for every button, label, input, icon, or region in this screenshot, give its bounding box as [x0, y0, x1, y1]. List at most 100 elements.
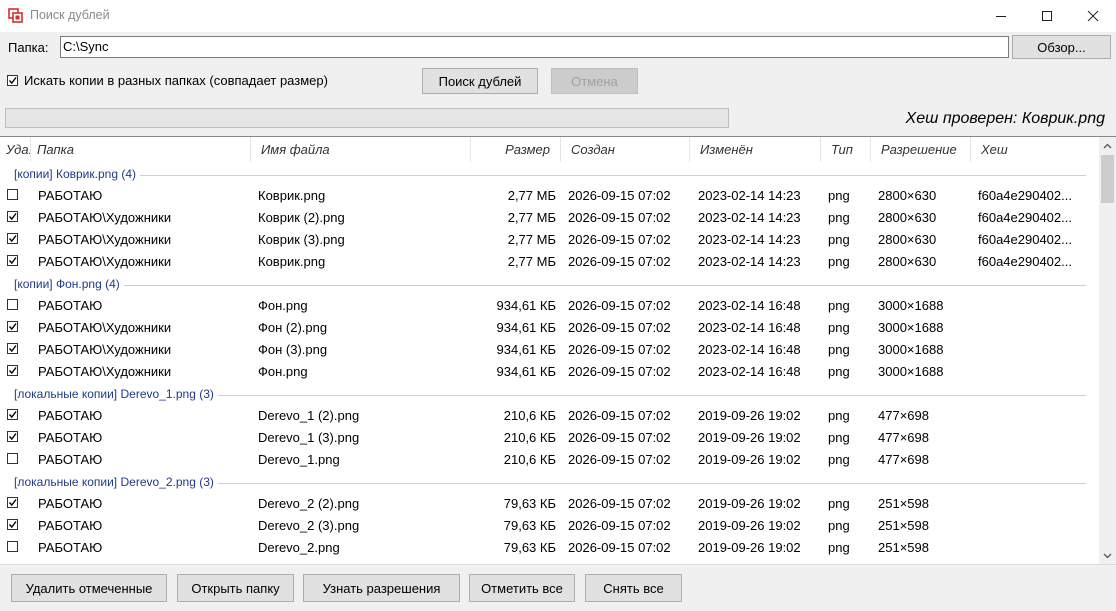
- delete-checkbox[interactable]: [7, 343, 18, 354]
- table-row[interactable]: РАБОТАЮ\Художники Фон.png 934,61 КБ 2026-09…: [0, 360, 1096, 382]
- delete-checkbox[interactable]: [7, 431, 18, 442]
- column-header-created[interactable]: Создан: [561, 137, 690, 162]
- checkmark-icon: [8, 499, 17, 507]
- cell-folder: РАБОТАЮ: [38, 188, 103, 203]
- cell-modified: 2023-02-14 16:48: [698, 320, 801, 335]
- column-header-delete[interactable]: Уда...: [0, 137, 31, 162]
- column-header-modified[interactable]: Изменён: [690, 137, 821, 162]
- cell-modified: 2019-09-26 19:02: [698, 430, 801, 445]
- cell-folder: РАБОТАЮ\Художники: [38, 210, 172, 225]
- chevron-down-icon: [1103, 553, 1112, 558]
- delete-checkbox[interactable]: [7, 409, 18, 420]
- duplicates-list[interactable]: Уда... Папка Имя файла Размер Создан Изм…: [0, 136, 1116, 565]
- chevron-up-icon: [1103, 143, 1112, 148]
- cell-modified: 2023-02-14 14:23: [698, 232, 801, 247]
- cell-created: 2026-09-15 07:02: [568, 254, 671, 269]
- cell-created: 2026-09-15 07:02: [568, 320, 671, 335]
- maximize-button[interactable]: [1024, 0, 1070, 32]
- group-divider: [218, 395, 1086, 396]
- table-row[interactable]: РАБОТАЮ Коврик.png 2,77 МБ 2026-09-15 07:02…: [0, 184, 1096, 206]
- cell-filename: Derevo_2 (2).png: [258, 496, 360, 511]
- cell-created: 2026-09-15 07:02: [568, 518, 671, 533]
- cross-folder-checkbox[interactable]: [7, 75, 18, 86]
- cell-size: 210,6 КБ: [503, 452, 556, 467]
- cell-type: png: [828, 320, 850, 335]
- checkmark-icon: [8, 257, 17, 265]
- cell-filename: Коврик.png: [258, 188, 326, 203]
- column-header-type[interactable]: Тип: [821, 137, 871, 162]
- cell-type: png: [828, 496, 850, 511]
- table-row[interactable]: РАБОТАЮ Derevo_1 (2).png 210,6 КБ 2026-09-1…: [0, 404, 1096, 426]
- table-row[interactable]: РАБОТАЮ Derevo_2 (2).png 79,63 КБ 2026-09-1…: [0, 492, 1096, 514]
- cell-filename: Derevo_1 (3).png: [258, 430, 360, 445]
- table-row[interactable]: РАБОТАЮ\Художники Фон (2).png 934,61 КБ 202…: [0, 316, 1096, 338]
- column-header-resolution[interactable]: Разрешение: [871, 137, 971, 162]
- delete-checkbox[interactable]: [7, 497, 18, 508]
- cell-hash: f60a4e290402...: [978, 188, 1072, 203]
- delete-checkbox[interactable]: [7, 365, 18, 376]
- cell-modified: 2019-09-26 19:02: [698, 408, 801, 423]
- table-row[interactable]: РАБОТАЮ Derevo_1.png 210,6 КБ 2026-09-15 07…: [0, 448, 1096, 470]
- group-header: [локальные копии] Derevo_1.png (3): [0, 382, 1096, 404]
- cancel-button[interactable]: Отмена: [551, 68, 638, 94]
- table-row[interactable]: РАБОТАЮ\Художники Коврик.png 2,77 МБ 2026-0…: [0, 250, 1096, 272]
- close-icon: [1087, 10, 1099, 22]
- column-header-folder[interactable]: Папка: [31, 137, 251, 162]
- folder-path-input[interactable]: C:\Sync: [60, 36, 1009, 58]
- table-row[interactable]: РАБОТАЮ Derevo_2 (3).png 79,63 КБ 2026-09-1…: [0, 514, 1096, 536]
- cell-resolution: 3000×1688: [878, 342, 944, 357]
- group-header: [копии] Фон.png (4): [0, 272, 1096, 294]
- delete-checkbox[interactable]: [7, 211, 18, 222]
- table-row[interactable]: РАБОТАЮ\Художники Коврик (2).png 2,77 МБ 20…: [0, 206, 1096, 228]
- delete-checkbox[interactable]: [7, 233, 18, 244]
- table-row[interactable]: РАБОТАЮ\Художники Коврик (3).png 2,77 МБ 20…: [0, 228, 1096, 250]
- scroll-up-button[interactable]: [1099, 137, 1116, 154]
- minimize-button[interactable]: [978, 0, 1024, 32]
- cell-created: 2026-09-15 07:02: [568, 298, 671, 313]
- minimize-icon: [996, 16, 1006, 17]
- cell-type: png: [828, 518, 850, 533]
- group-label: [локальные копии] Derevo_1.png (3): [14, 387, 214, 401]
- cell-filename: Derevo_2.png: [258, 540, 340, 555]
- title-bar: Поиск дублей: [0, 0, 1116, 32]
- uncheck-all-button[interactable]: Снять все: [585, 574, 682, 602]
- cell-filename: Фон.png: [258, 364, 308, 379]
- open-folder-button[interactable]: Открыть папку: [177, 574, 294, 602]
- cell-size: 934,61 КБ: [496, 320, 556, 335]
- table-row[interactable]: РАБОТАЮ Фон.png 934,61 КБ 2026-09-15 07:02 2…: [0, 294, 1096, 316]
- vertical-scrollbar[interactable]: [1099, 137, 1116, 564]
- column-header-filename[interactable]: Имя файла: [251, 137, 471, 162]
- browse-button[interactable]: Обзор...: [1012, 35, 1111, 59]
- cell-filename: Derevo_1 (2).png: [258, 408, 360, 423]
- table-row[interactable]: РАБОТАЮ\Художники Фон (3).png 934,61 КБ 202…: [0, 338, 1096, 360]
- group-label: [копии] Коврик.png (4): [14, 167, 136, 181]
- scroll-thumb[interactable]: [1101, 155, 1114, 203]
- get-resolutions-button[interactable]: Узнать разрешения: [303, 574, 460, 602]
- table-row[interactable]: РАБОТАЮ Derevo_2.png 79,63 КБ 2026-09-15 07…: [0, 536, 1096, 558]
- column-header-size[interactable]: Размер: [471, 137, 561, 162]
- delete-checkbox[interactable]: [7, 541, 18, 552]
- table-row[interactable]: РАБОТАЮ Derevo_1 (3).png 210,6 КБ 2026-09-1…: [0, 426, 1096, 448]
- delete-checkbox[interactable]: [7, 189, 18, 200]
- cell-filename: Derevo_1.png: [258, 452, 340, 467]
- cell-type: png: [828, 232, 850, 247]
- delete-checkbox[interactable]: [7, 299, 18, 310]
- delete-marked-button[interactable]: Удалить отмеченные: [11, 574, 167, 602]
- column-header-hash[interactable]: Хеш: [971, 137, 1096, 162]
- group-header: [копии] Коврик.png (4): [0, 162, 1096, 184]
- cell-resolution: 477×698: [878, 408, 929, 423]
- delete-checkbox[interactable]: [7, 321, 18, 332]
- check-all-button[interactable]: Отметить все: [469, 574, 575, 602]
- cell-created: 2026-09-15 07:02: [568, 430, 671, 445]
- cell-modified: 2023-02-14 16:48: [698, 342, 801, 357]
- delete-checkbox[interactable]: [7, 255, 18, 266]
- window-title: Поиск дублей: [30, 8, 110, 22]
- delete-checkbox[interactable]: [7, 519, 18, 530]
- cell-folder: РАБОТАЮ: [38, 496, 103, 511]
- delete-checkbox[interactable]: [7, 453, 18, 464]
- cell-filename: Фон.png: [258, 298, 308, 313]
- close-button[interactable]: [1070, 0, 1116, 32]
- cell-type: png: [828, 540, 850, 555]
- scroll-down-button[interactable]: [1099, 547, 1116, 564]
- search-duplicates-button[interactable]: Поиск дублей: [422, 68, 538, 94]
